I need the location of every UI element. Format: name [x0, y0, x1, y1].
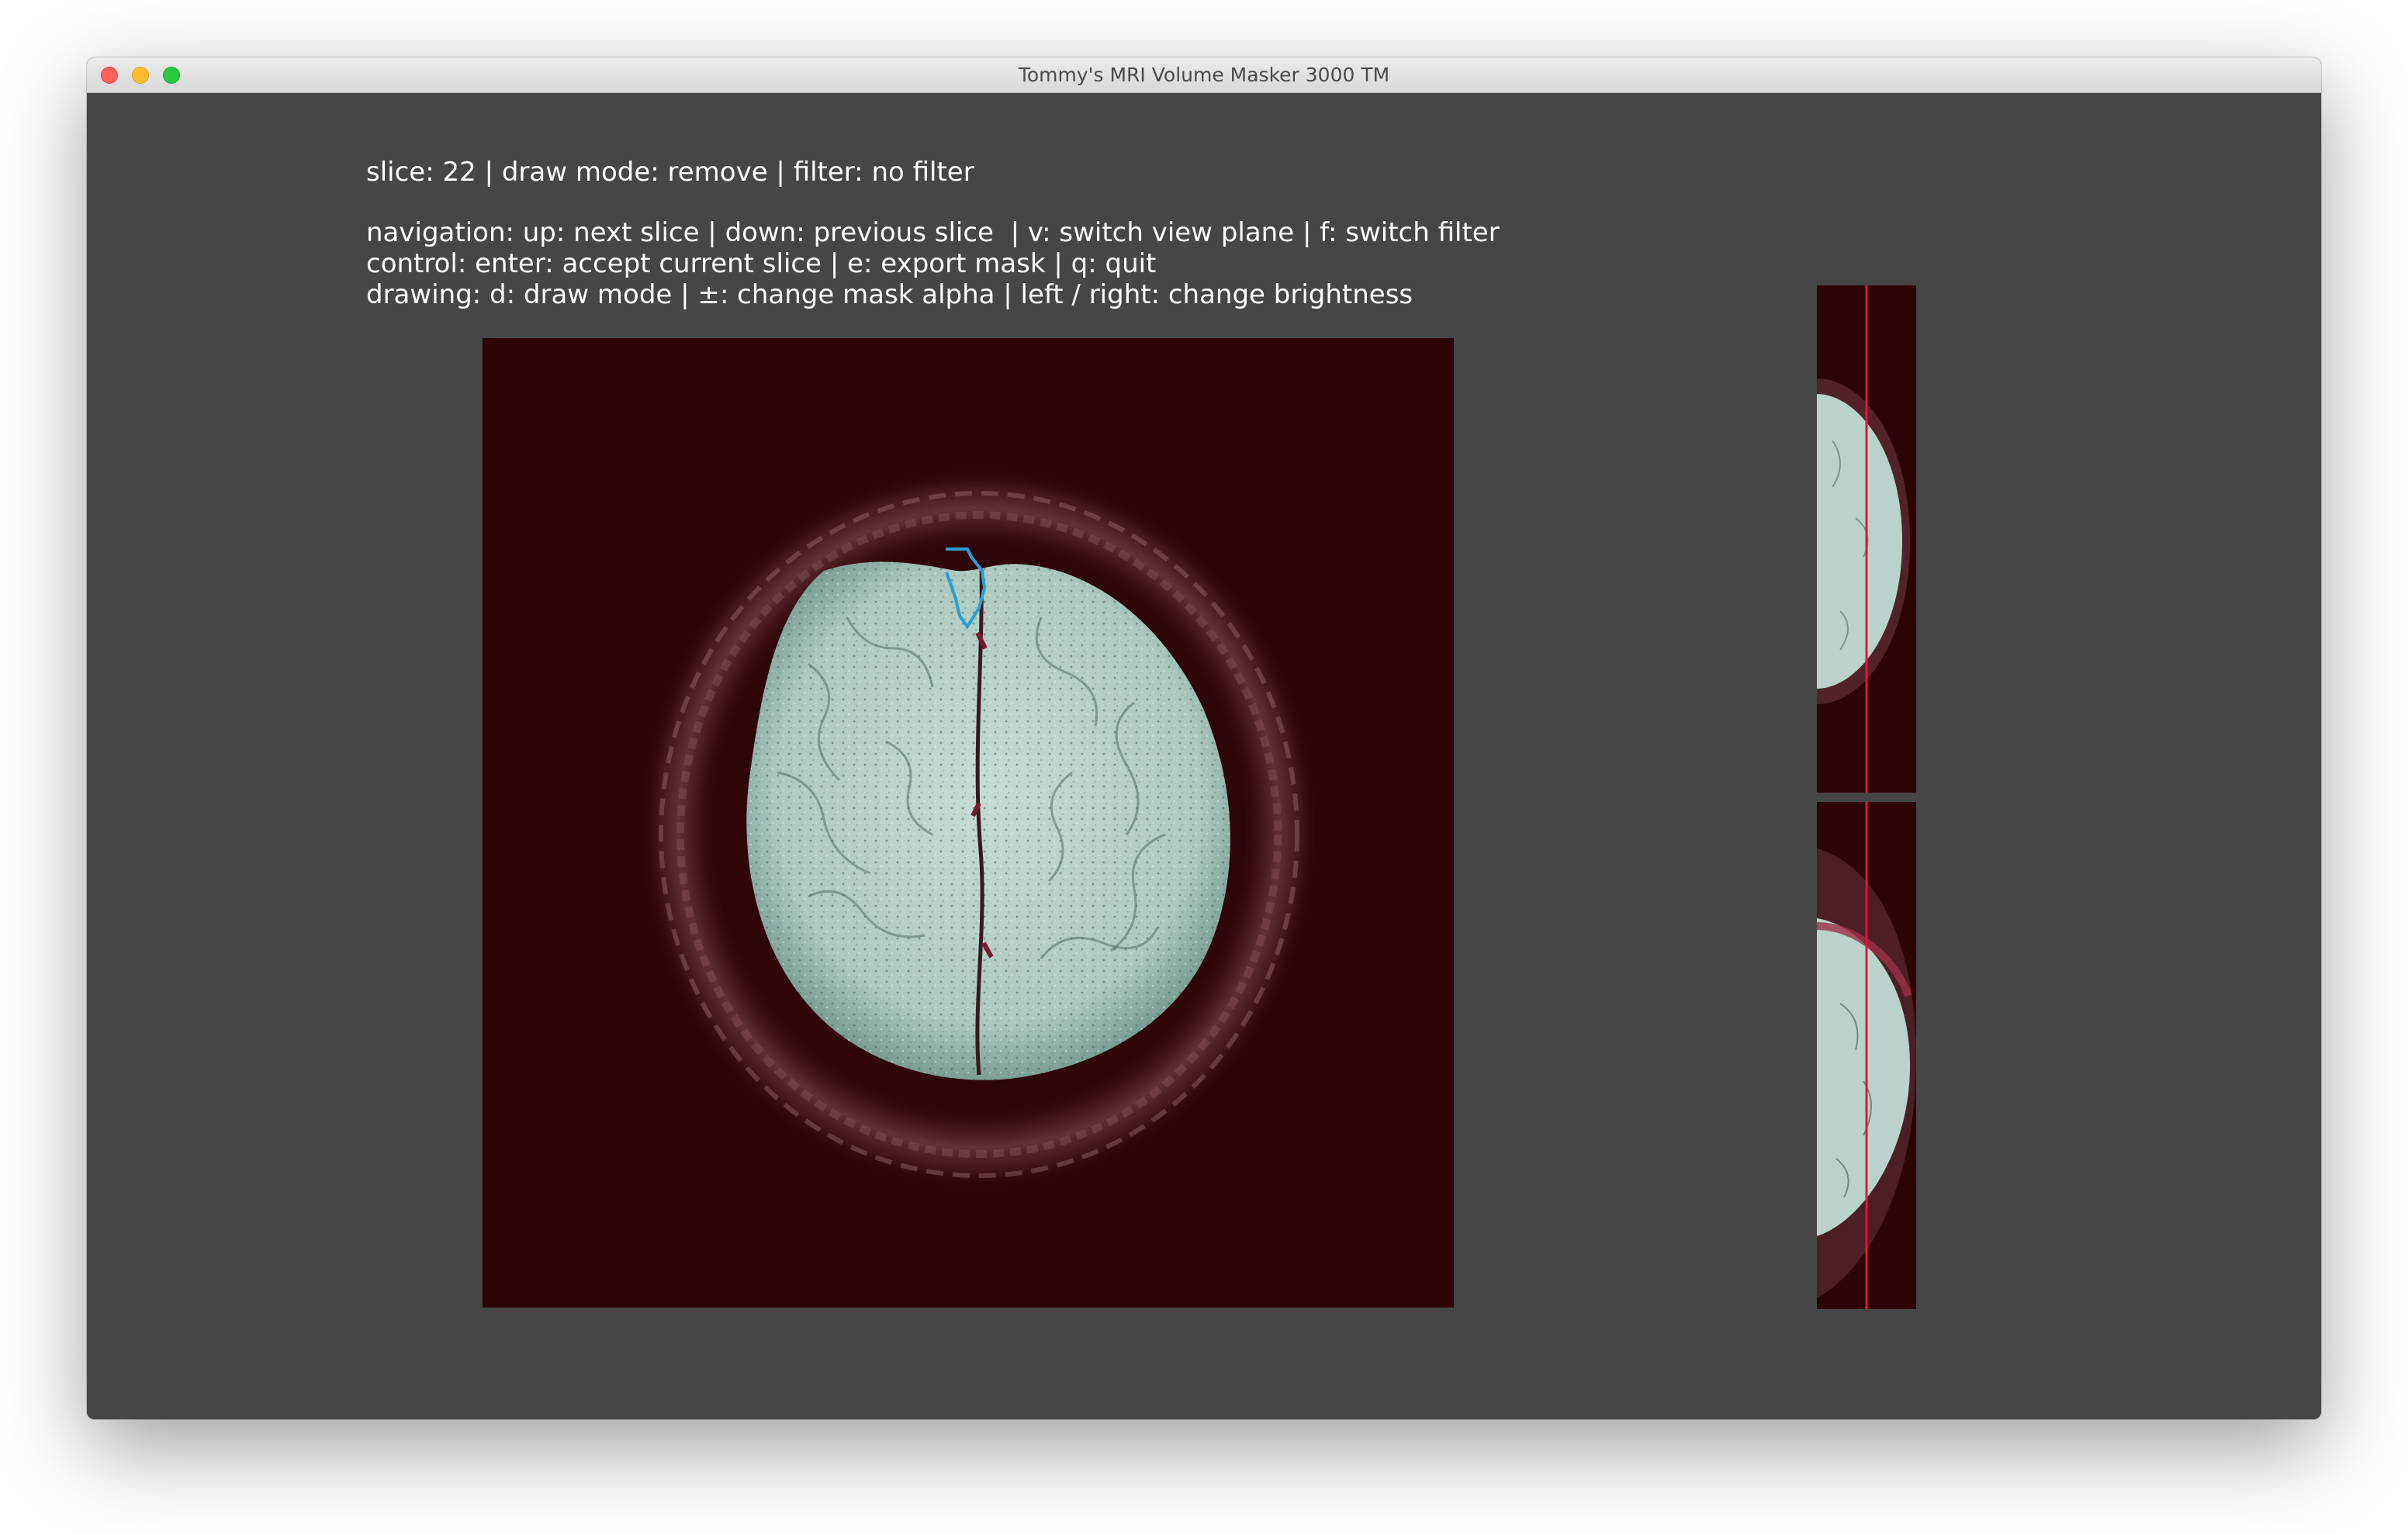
help-drawing: drawing: d: draw mode | ±: change mask a…	[366, 279, 1413, 310]
brain-axial-slice-image	[638, 465, 1320, 1191]
side-view-top[interactable]	[1817, 285, 1916, 793]
side-view-bottom[interactable]	[1817, 802, 1916, 1309]
title-bar[interactable]: Tommy's MRI Volume Masker 3000 TM	[87, 57, 2321, 93]
window-title: Tommy's MRI Volume Masker 3000 TM	[1018, 64, 1390, 86]
side-slice-image-bottom	[1817, 802, 1916, 1309]
side-slice-image-top	[1817, 285, 1910, 793]
help-navigation: navigation: up: next slice | down: previ…	[366, 217, 1500, 248]
app-canvas[interactable]: slice: 22 | draw mode: remove | filter: …	[87, 93, 2321, 1419]
app-window: Tommy's MRI Volume Masker 3000 TM slice:…	[87, 57, 2321, 1419]
help-control: control: enter: accept current slice | e…	[366, 248, 1157, 279]
status-line: slice: 22 | draw mode: remove | filter: …	[366, 157, 974, 188]
main-slice-view[interactable]	[483, 338, 1454, 1308]
